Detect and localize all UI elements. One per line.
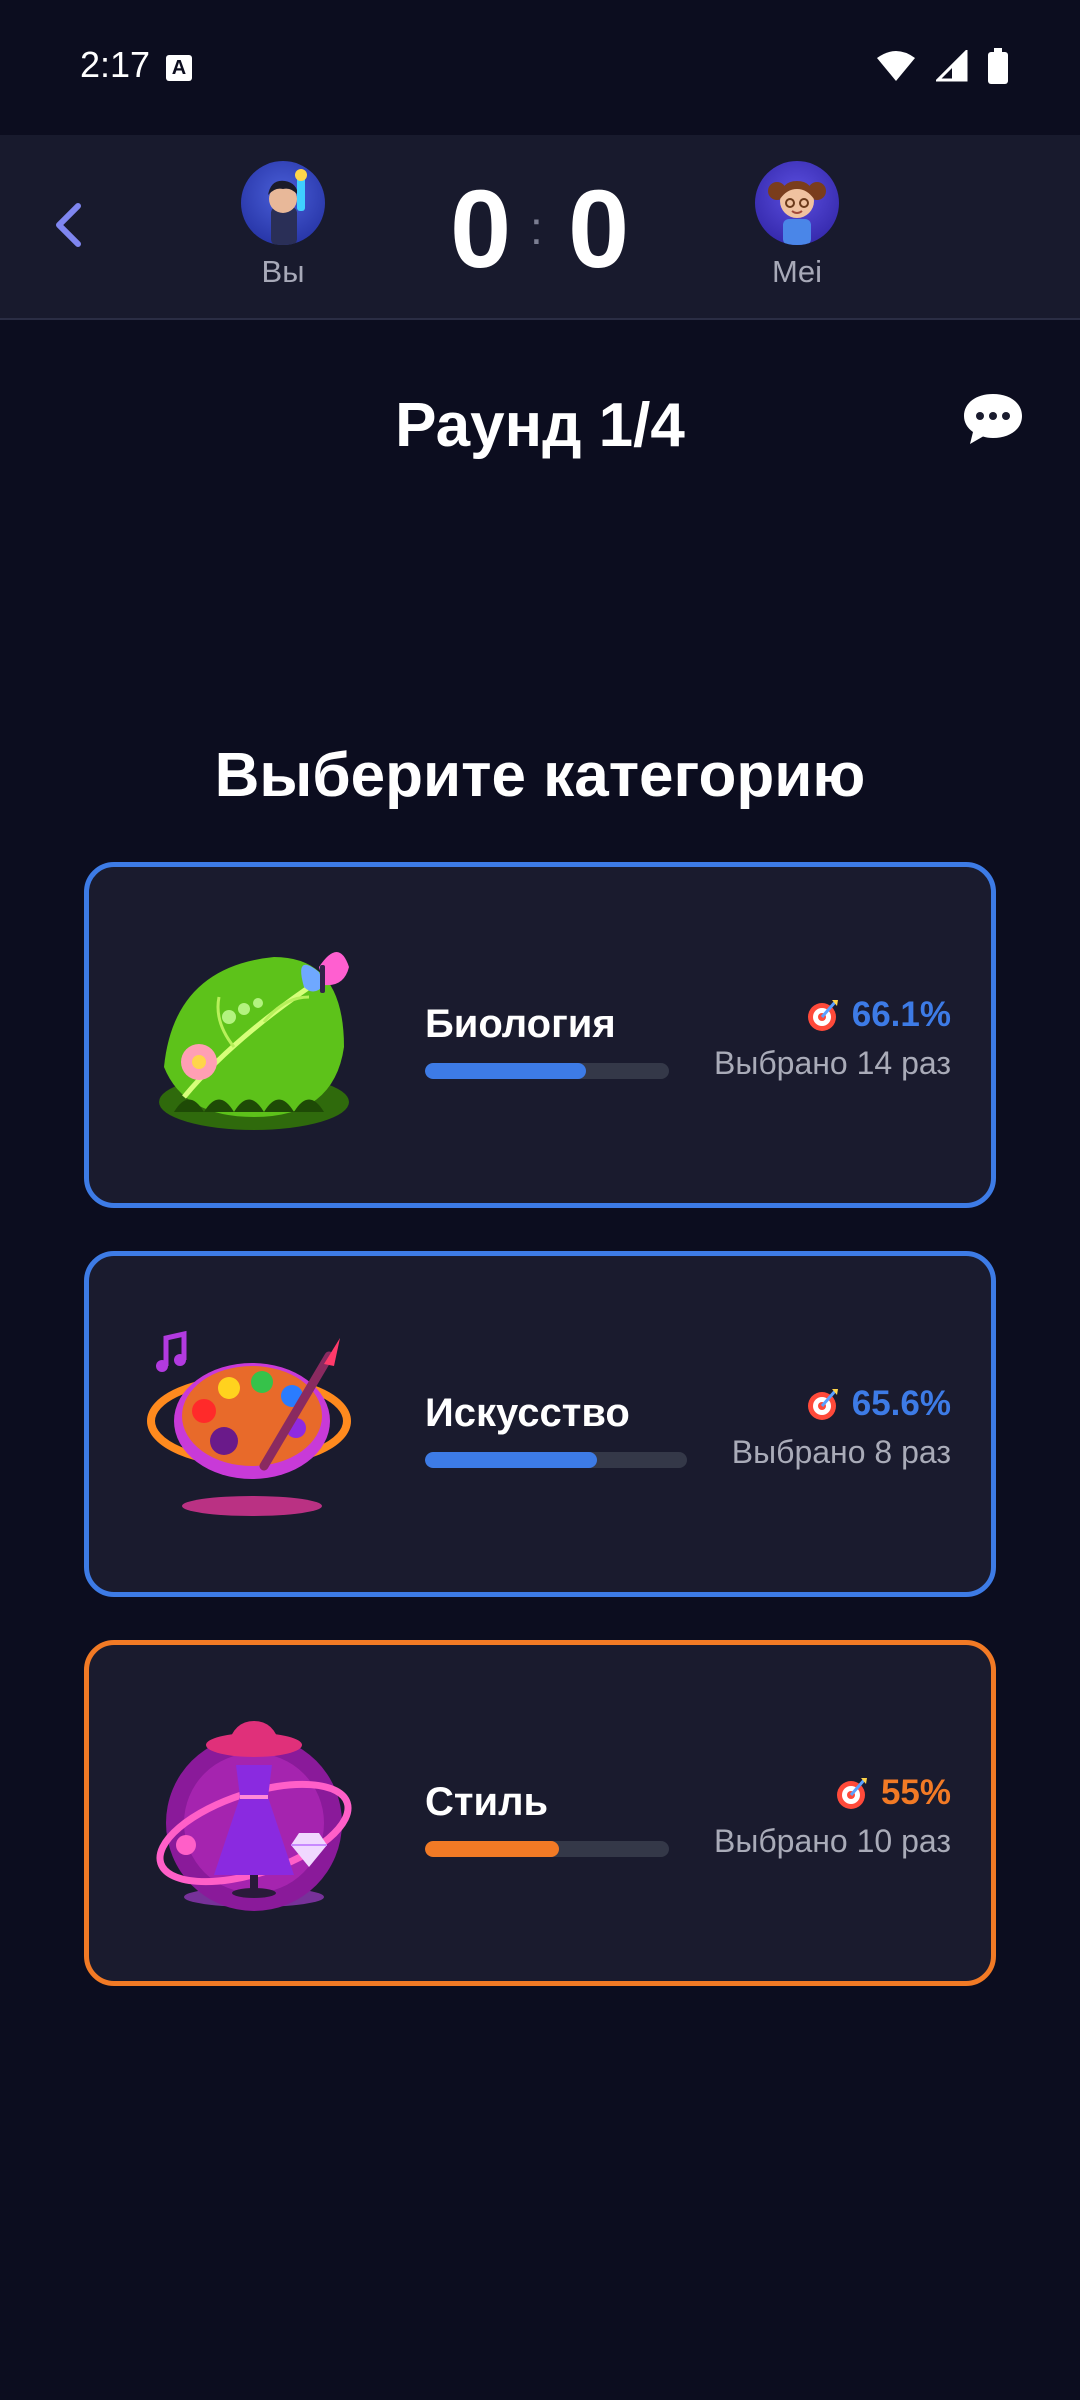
chat-bubble-icon — [964, 394, 1022, 444]
times-picked: Выбрано 14 раз — [713, 1045, 951, 1081]
leaf-butterfly-icon — [144, 927, 364, 1147]
win-rate-percent: 66.1% — [851, 995, 951, 1034]
target-icon — [836, 1778, 867, 1809]
signal-icon — [936, 50, 968, 82]
win-rate-percent: 55% — [880, 1773, 951, 1812]
chevron-left-icon — [56, 203, 81, 247]
win-rate: 65.6% — [804, 1384, 951, 1424]
wifi-icon — [877, 51, 915, 81]
score-opponent: 0 — [568, 168, 630, 291]
target-icon — [807, 1389, 838, 1420]
win-rate: 55% — [833, 1773, 951, 1813]
round-title: Раунд 1/4 — [395, 391, 685, 460]
art-palette-icon — [144, 1316, 364, 1536]
boy-avatar-icon — [268, 169, 307, 245]
times-picked: Выбрано 10 раз — [713, 1823, 951, 1859]
battery-icon — [988, 48, 1008, 84]
girl-avatar-icon — [768, 181, 826, 245]
chat-button[interactable] — [958, 388, 1028, 448]
back-button[interactable] — [38, 185, 98, 265]
player-name-opponent: Mei — [772, 254, 822, 289]
progress-fill — [425, 1452, 597, 1468]
player-avatar-opponent[interactable] — [755, 161, 839, 245]
player-avatar-you[interactable] — [241, 161, 325, 245]
category-name: Стиль — [425, 1780, 549, 1824]
progress-bar — [425, 1452, 687, 1468]
progress-bar — [425, 1841, 669, 1857]
status-bar: 2:17 A — [0, 0, 1080, 135]
progress-bar — [425, 1063, 669, 1079]
choose-category-title: Выберите категорию — [214, 741, 866, 810]
player-name-you: Вы — [261, 254, 305, 289]
status-icons — [876, 48, 1008, 84]
progress-fill — [425, 1841, 560, 1857]
progress-fill — [425, 1063, 587, 1079]
status-time: 2:17 — [80, 44, 151, 85]
match-header: Вы 0 : 0 Mei — [0, 135, 1080, 320]
category-card-art[interactable]: Искусство 65.6% Выбрано 8 раз — [84, 1251, 996, 1597]
times-picked: Выбрано 8 раз — [731, 1434, 951, 1470]
notification-icon: A — [166, 55, 192, 81]
category-card-style[interactable]: Стиль 55% Выбрано 10 раз — [84, 1640, 996, 1986]
dress-mannequin-icon — [144, 1705, 364, 1925]
category-name: Биология — [425, 1002, 616, 1046]
target-icon — [807, 1000, 838, 1031]
score-you: 0 — [450, 168, 512, 291]
category-card-biology[interactable]: Биология 66.1% Выбрано 14 раз — [84, 862, 996, 1208]
category-name: Искусство — [425, 1391, 630, 1435]
win-rate-percent: 65.6% — [851, 1384, 951, 1423]
score-separator: : — [530, 202, 543, 254]
win-rate: 66.1% — [804, 995, 951, 1035]
